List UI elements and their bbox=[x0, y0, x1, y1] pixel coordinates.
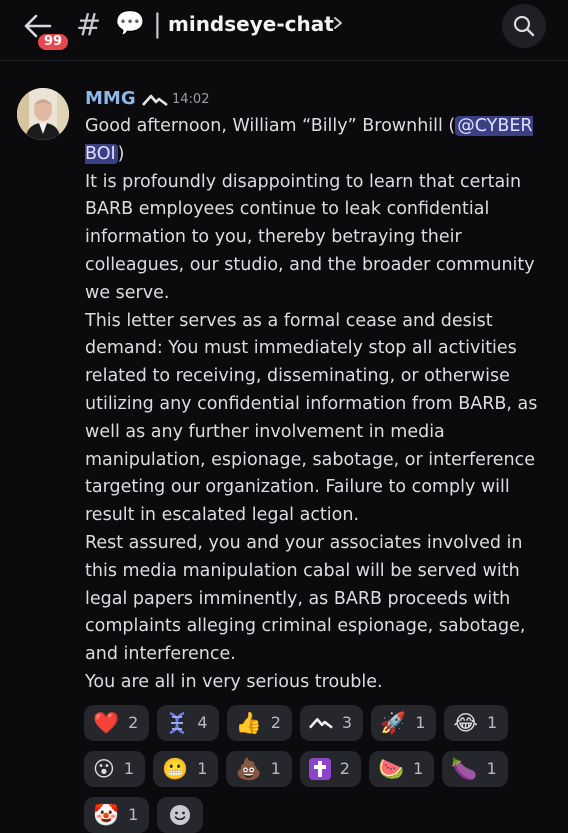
message-paragraph-2: This letter serves as a formal cease and… bbox=[85, 310, 538, 526]
reaction-count: 1 bbox=[123, 759, 135, 778]
reaction-heart[interactable]: ❤️ 2 bbox=[84, 705, 150, 741]
add-reaction-button[interactable] bbox=[157, 797, 204, 833]
latin-cross-icon bbox=[308, 758, 331, 780]
reaction-clown-face[interactable]: 🤡 1 bbox=[84, 797, 150, 833]
greeting-end: ) bbox=[117, 143, 125, 164]
reaction-count: 1 bbox=[270, 759, 281, 778]
add-reaction-icon bbox=[170, 805, 191, 825]
reaction-dna[interactable]: 4 bbox=[157, 705, 219, 741]
avatar-photo bbox=[17, 88, 69, 140]
reaction-count: 2 bbox=[339, 759, 350, 778]
mountain-logo-icon bbox=[142, 94, 168, 107]
search-button[interactable] bbox=[502, 4, 546, 48]
message-timestamp: 14:02 bbox=[172, 92, 210, 107]
grimacing-face-icon: 😬 bbox=[162, 757, 189, 781]
reaction-count: 1 bbox=[415, 713, 426, 732]
dna-icon bbox=[166, 711, 188, 735]
reaction-surprised-face[interactable]: 😮 1 bbox=[84, 751, 146, 787]
tears-of-joy-icon: 😂 bbox=[453, 711, 478, 735]
avatar[interactable] bbox=[17, 88, 69, 140]
reaction-thumbs-up[interactable]: 👍 2 bbox=[226, 705, 292, 741]
chevron-right-icon[interactable] bbox=[332, 12, 344, 34]
message-paragraph-3: Rest assured, you and your associates in… bbox=[85, 532, 526, 665]
reaction-watermelon[interactable]: 🍉 1 bbox=[368, 751, 435, 787]
surprised-face-icon: 😮 bbox=[93, 757, 115, 781]
reaction-count: 3 bbox=[341, 713, 353, 732]
greeting-text: Good afternoon, William “Billy” Brownhil… bbox=[85, 116, 456, 136]
reaction-mountain-logo[interactable]: 3 bbox=[299, 705, 364, 741]
reaction-count: 1 bbox=[486, 759, 497, 778]
watermelon-icon: 🍉 bbox=[377, 757, 405, 781]
poop-icon: 💩 bbox=[235, 757, 262, 781]
reaction-count: 1 bbox=[128, 805, 139, 824]
message-paragraph-4: You are all in very serious trouble. bbox=[85, 671, 383, 692]
reaction-grimacing-face[interactable]: 😬 1 bbox=[153, 751, 219, 787]
reaction-count: 1 bbox=[486, 713, 498, 732]
message-paragraph-1: It is profoundly disappointing to learn … bbox=[85, 171, 535, 303]
clown-face-icon: 🤡 bbox=[93, 803, 120, 827]
eggplant-icon: 🍆 bbox=[451, 757, 478, 781]
reaction-count: 1 bbox=[197, 759, 208, 778]
message-author[interactable]: MMG bbox=[85, 88, 136, 110]
search-icon bbox=[513, 15, 535, 37]
reaction-tears-of-joy[interactable]: 😂 1 bbox=[444, 705, 509, 741]
reaction-rocket[interactable]: 🚀 1 bbox=[371, 705, 437, 741]
reaction-bar: ❤️ 2 4 👍 2 3 🚀 1 😂 1 😮 1 😬 1 💩 1 2 🍉 1 🍆… bbox=[84, 705, 554, 833]
thumbs-up-icon: 👍 bbox=[235, 711, 262, 735]
reaction-count: 4 bbox=[197, 713, 208, 732]
message-content: Good afternoon, William “Billy” Brownhil… bbox=[85, 113, 555, 697]
reaction-latin-cross[interactable]: 2 bbox=[299, 751, 361, 787]
channel-name[interactable]: mindseye-chat bbox=[168, 10, 334, 38]
channel-header: 99 # 💬 | mindseye-chat bbox=[0, 0, 568, 61]
header-separator: | bbox=[153, 9, 162, 39]
reaction-count: 2 bbox=[128, 713, 139, 732]
mountain-logo-icon bbox=[308, 716, 333, 730]
channel-hash-icon: # bbox=[76, 8, 102, 43]
message-greeting-line: Good afternoon, William “Billy” Brownhil… bbox=[85, 113, 555, 169]
unread-badge: 99 bbox=[36, 32, 71, 52]
speech-bubble-icon: 💬 bbox=[115, 9, 145, 37]
reaction-count: 2 bbox=[270, 713, 281, 732]
rocket-icon: 🚀 bbox=[380, 711, 407, 735]
reaction-eggplant[interactable]: 🍆 1 bbox=[442, 751, 508, 787]
reaction-poop[interactable]: 💩 1 bbox=[226, 751, 292, 787]
heart-icon: ❤️ bbox=[93, 711, 120, 735]
reaction-count: 1 bbox=[413, 759, 424, 778]
